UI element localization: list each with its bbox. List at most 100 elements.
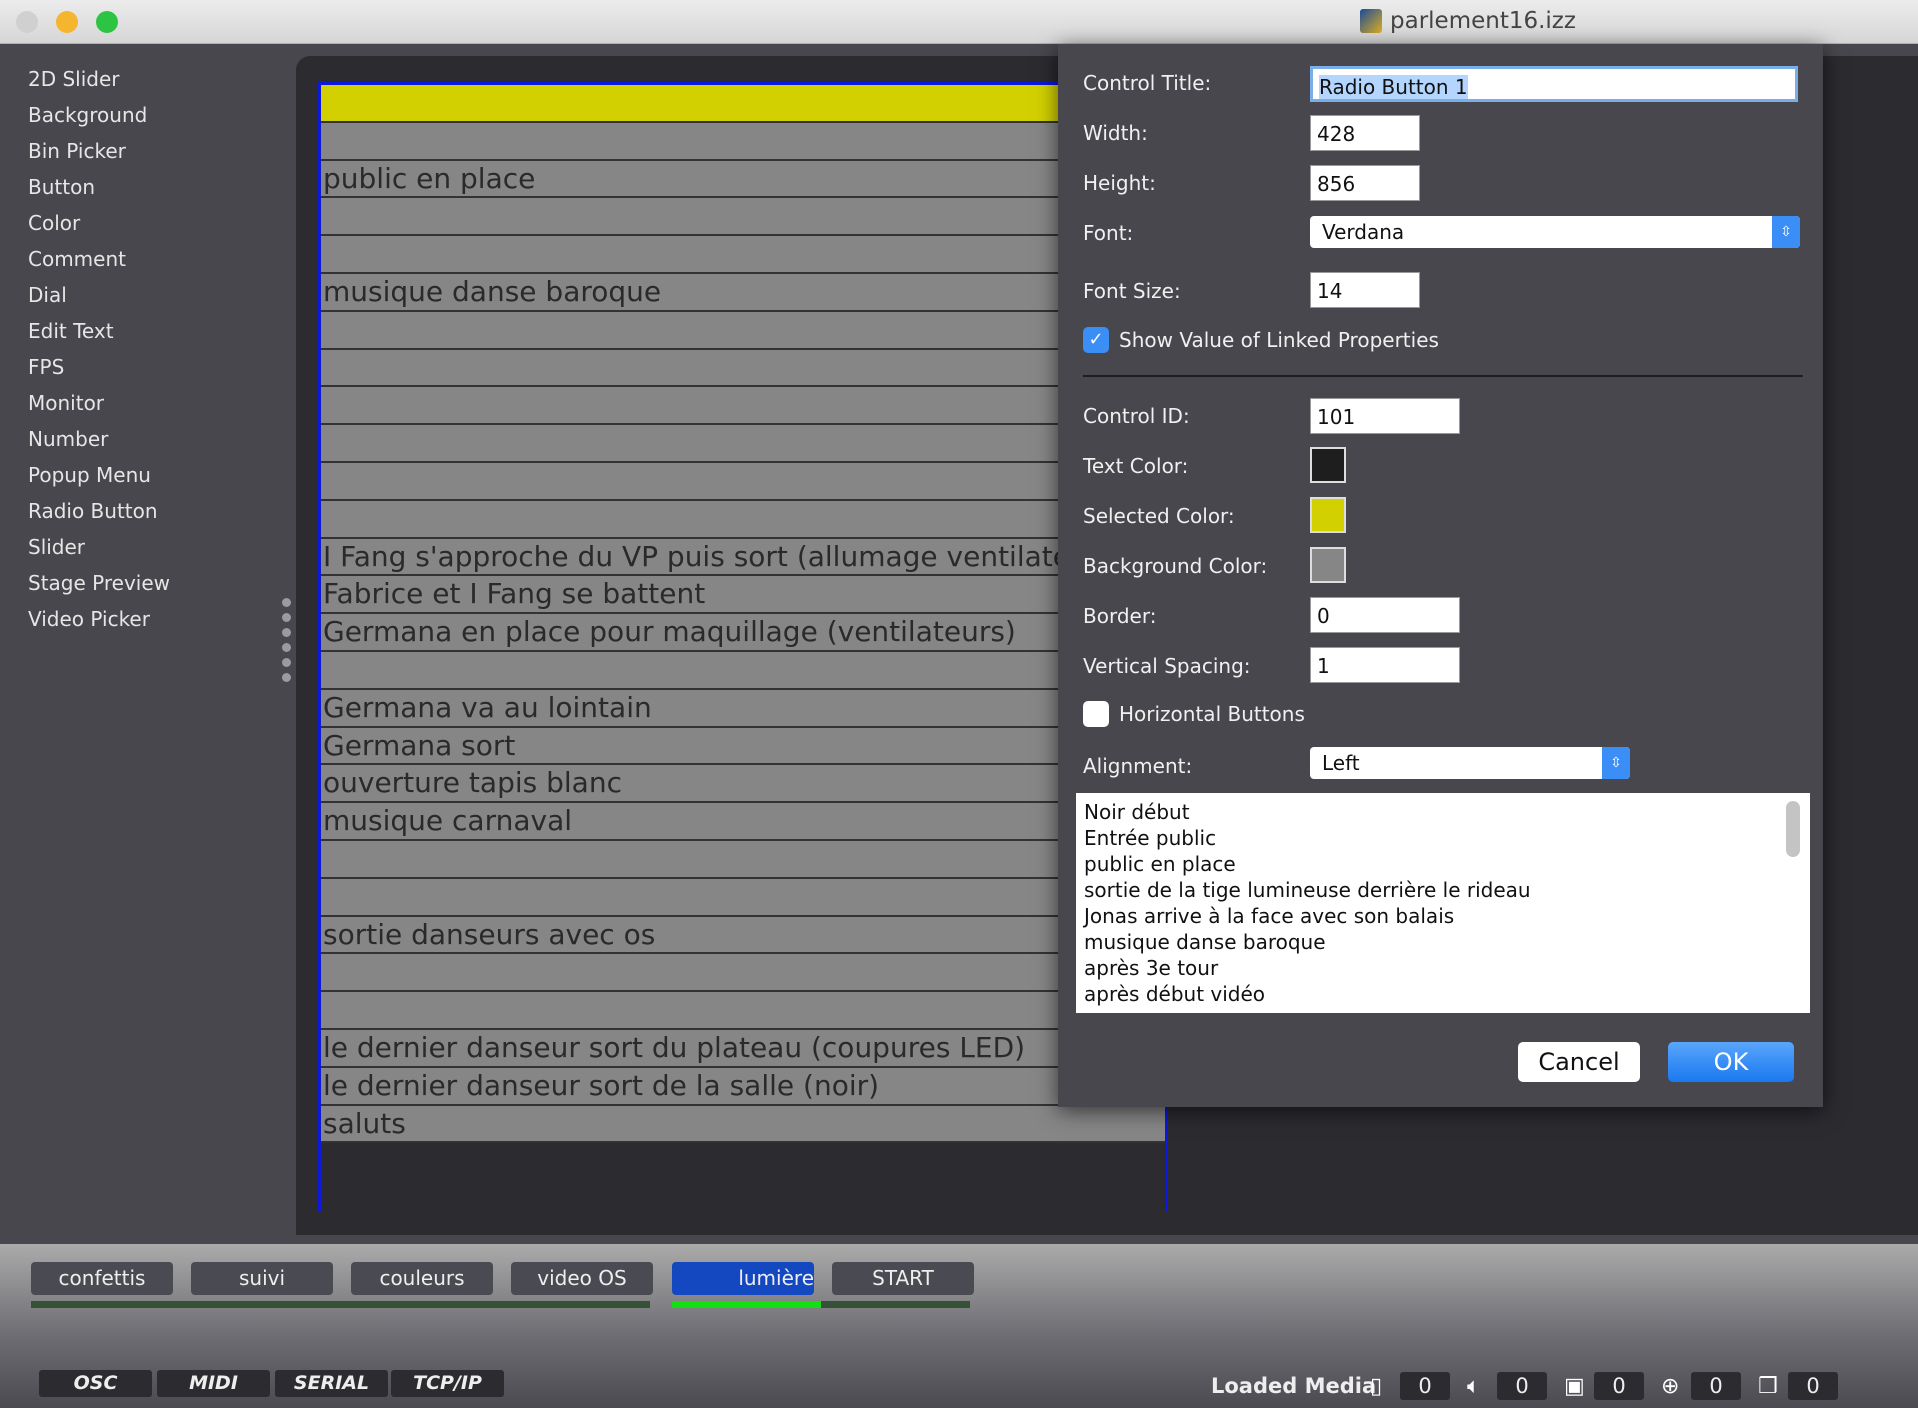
divider <box>1083 375 1803 377</box>
radio-button-control[interactable]: public en place musique danse baroque I Fa… <box>318 81 1168 1211</box>
height-input[interactable]: 856 <box>1310 165 1420 201</box>
sidebar-item[interactable]: 2D Slider <box>28 67 120 91</box>
sidebar-item[interactable]: Dial <box>28 283 67 307</box>
radio-option[interactable]: musique danse baroque <box>321 273 1165 312</box>
scrollbar[interactable] <box>1786 801 1800 857</box>
radio-option[interactable] <box>321 462 1165 501</box>
border-input[interactable]: 0 <box>1310 597 1460 633</box>
radio-option[interactable] <box>321 992 1165 1030</box>
cube-icon: ❒ <box>1758 1374 1778 1399</box>
radio-option[interactable]: Germana va au lointain <box>321 689 1165 728</box>
radio-option[interactable] <box>321 85 1165 123</box>
width-input[interactable]: 428 <box>1310 115 1420 151</box>
media-count: 0 <box>1400 1372 1450 1400</box>
sidebar-item[interactable]: Radio Button <box>28 499 158 523</box>
sidebar-item[interactable]: Bin Picker <box>28 139 126 163</box>
loaded-media-label: Loaded Media <box>1211 1374 1377 1398</box>
cue-button[interactable]: confettis <box>31 1262 173 1295</box>
horizontal-buttons-checkbox[interactable] <box>1083 701 1109 727</box>
background-color-swatch[interactable] <box>1310 547 1346 583</box>
border-label: Border: <box>1083 604 1157 628</box>
font-size-input[interactable]: 14 <box>1310 272 1420 308</box>
minimize-button[interactable] <box>56 11 78 33</box>
background-color-label: Background Color: <box>1083 554 1268 578</box>
control-id-label: Control ID: <box>1083 404 1190 428</box>
height-label: Height: <box>1083 171 1156 195</box>
sidebar-item[interactable]: FPS <box>28 355 64 379</box>
window-title: parlement16.izz <box>1360 8 1576 34</box>
radio-option[interactable]: saluts <box>321 1105 1165 1144</box>
vertical-spacing-input[interactable]: 1 <box>1310 647 1460 683</box>
show-value-checkbox[interactable]: ✓ <box>1083 327 1109 353</box>
cue-button[interactable]: video OS <box>511 1262 653 1295</box>
sidebar-resize-handle[interactable] <box>282 598 291 688</box>
protocol-button[interactable]: OSC <box>39 1370 152 1397</box>
cue-button[interactable]: couleurs <box>351 1262 493 1295</box>
picture-icon: ▣ <box>1564 1374 1585 1399</box>
radio-option[interactable]: public en place <box>321 160 1165 199</box>
radio-option[interactable]: Fabrice et I Fang se battent <box>321 576 1165 615</box>
control-id-input[interactable]: 101 <box>1310 398 1460 434</box>
item-line: Entrée public <box>1084 826 1217 850</box>
radio-option[interactable] <box>321 651 1165 690</box>
bottom-panel: Loaded Media confettis suivi couleurs video… <box>0 1244 1918 1408</box>
chevron-up-down-icon: ⇳ <box>1602 747 1630 779</box>
cancel-button[interactable]: Cancel <box>1518 1042 1640 1082</box>
alignment-select[interactable]: Left ⇳ <box>1310 747 1630 779</box>
radio-option[interactable] <box>321 198 1165 237</box>
font-select[interactable]: Verdana ⇳ <box>1310 216 1800 248</box>
radio-option[interactable]: musique carnaval <box>321 803 1165 841</box>
radio-button-properties-dialog: Control Title: Radio Button 1 Width: 428… <box>1058 44 1823 1107</box>
sidebar-item[interactable]: Slider <box>28 535 85 559</box>
radio-option[interactable] <box>321 840 1165 879</box>
selected-color-label: Selected Color: <box>1083 504 1235 528</box>
sidebar-item[interactable]: Edit Text <box>28 319 114 343</box>
app-icon <box>1360 9 1382 33</box>
sidebar-item[interactable]: Popup Menu <box>28 463 151 487</box>
radio-option[interactable] <box>321 311 1165 350</box>
sidebar-item[interactable]: Monitor <box>28 391 104 415</box>
items-textarea[interactable]: Noir début Entrée public public en place so… <box>1076 793 1810 1013</box>
close-button[interactable] <box>16 11 38 33</box>
cue-button[interactable]: lumière <box>672 1262 814 1295</box>
progress-fill <box>672 1301 821 1308</box>
sidebar-item[interactable]: Button <box>28 175 95 199</box>
radio-option[interactable]: sortie danseurs avec os <box>321 916 1165 955</box>
radio-option[interactable] <box>321 425 1165 463</box>
radio-option[interactable] <box>321 500 1165 539</box>
control-title-input[interactable]: Radio Button 1 <box>1310 66 1798 102</box>
ok-button[interactable]: OK <box>1668 1042 1794 1082</box>
sidebar-item[interactable]: Video Picker <box>28 607 150 631</box>
radio-option[interactable] <box>321 954 1165 993</box>
control-title-label: Control Title: <box>1083 71 1212 95</box>
alignment-label: Alignment: <box>1083 754 1193 778</box>
radio-option[interactable]: I Fang s'approche du VP puis sort (allum… <box>321 538 1165 577</box>
radio-option[interactable] <box>321 349 1165 388</box>
radio-option[interactable]: Germana en place pour maquillage (ventil… <box>321 614 1165 652</box>
sidebar-item[interactable]: Number <box>28 427 108 451</box>
radio-option[interactable] <box>321 878 1165 917</box>
zoom-button[interactable] <box>96 11 118 33</box>
protocol-button[interactable]: TCP/IP <box>391 1370 504 1397</box>
radio-option[interactable]: le dernier danseur sort du plateau (coup… <box>321 1029 1165 1068</box>
sidebar-item[interactable]: Color <box>28 211 80 235</box>
cue-button[interactable]: START <box>832 1262 974 1295</box>
protocol-button[interactable]: MIDI <box>157 1370 270 1397</box>
text-color-label: Text Color: <box>1083 454 1189 478</box>
radio-option[interactable]: Germana sort <box>321 727 1165 766</box>
sidebar-item[interactable]: Stage Preview <box>28 571 170 595</box>
radio-option[interactable]: le dernier danseur sort de la salle (noi… <box>321 1067 1165 1106</box>
radio-option[interactable] <box>321 236 1165 274</box>
speaker-icon: 🔈︎ <box>1467 1374 1481 1399</box>
sidebar-item[interactable]: Comment <box>28 247 126 271</box>
radio-option[interactable] <box>321 387 1165 426</box>
text-color-swatch[interactable] <box>1310 447 1346 483</box>
cue-button[interactable]: suivi <box>191 1262 333 1295</box>
radio-option[interactable] <box>321 122 1165 161</box>
radio-option[interactable]: ouverture tapis blanc <box>321 765 1165 804</box>
protocol-button[interactable]: SERIAL <box>275 1370 388 1397</box>
sidebar-item[interactable]: Background <box>28 103 147 127</box>
selected-color-swatch[interactable] <box>1310 497 1346 533</box>
item-line: après 3e tour <box>1084 956 1219 980</box>
horizontal-buttons-label: Horizontal Buttons <box>1119 702 1305 726</box>
